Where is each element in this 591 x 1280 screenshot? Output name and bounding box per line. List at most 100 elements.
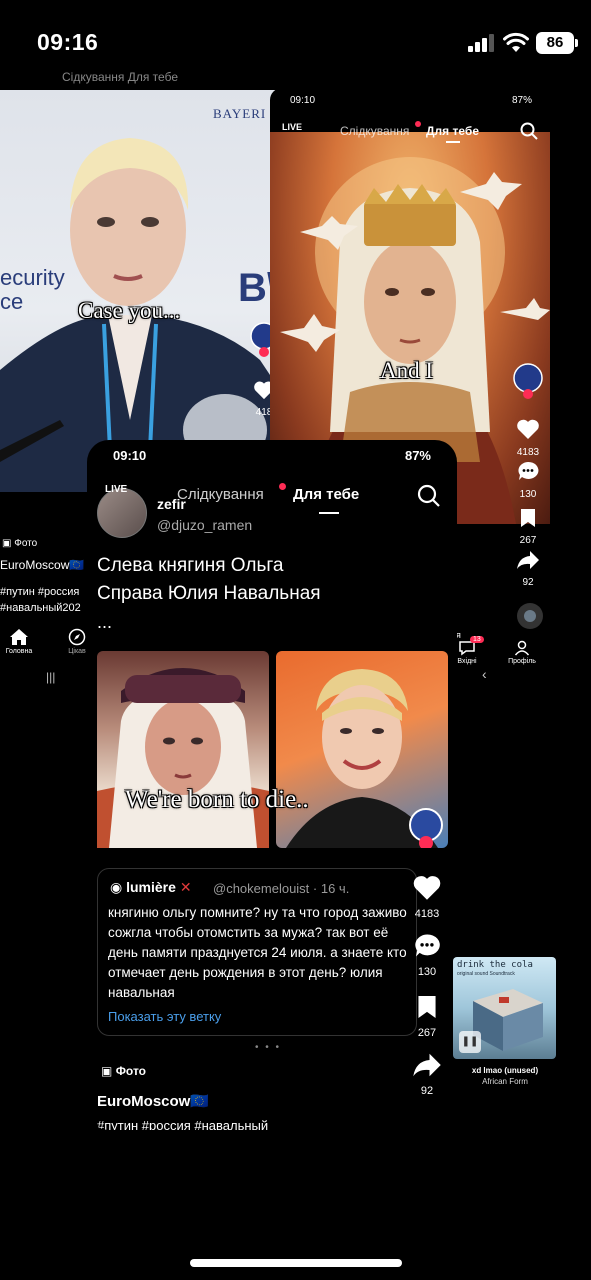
heart-icon: [413, 876, 441, 900]
bookmark-icon: [418, 996, 436, 1018]
share-icon: [517, 551, 539, 569]
track-artist: African Form: [482, 1077, 528, 1086]
share-button[interactable]: 92: [508, 550, 548, 588]
notification-dot: [279, 483, 286, 490]
tab-following[interactable]: Слідкування: [340, 124, 409, 138]
tweet-body: княгиню ольгу помните? ну та что город з…: [108, 905, 407, 1000]
share-button[interactable]: 92: [407, 1052, 447, 1097]
video-caption: We're born to die..: [125, 786, 309, 813]
like-count: 4183: [516, 447, 540, 458]
image-icon: ▣: [2, 538, 12, 549]
video-caption: And I: [380, 358, 434, 383]
recent-apps-icon[interactable]: |||: [46, 670, 55, 684]
nav-profile-label: Профіль: [508, 658, 536, 665]
tweet-author: ◉ lumière ✕: [110, 879, 192, 896]
nav-home-label: Головна: [5, 648, 33, 655]
comment-button[interactable]: 130: [407, 932, 447, 978]
like-button[interactable]: 4183: [407, 874, 447, 920]
video-caption: Case you...: [78, 298, 181, 323]
comment-icon: [415, 934, 440, 957]
comment-icon: [518, 461, 539, 480]
hashtags[interactable]: #путин #россия #навальный202: [0, 584, 81, 616]
post-text: Слева княгиня Ольга Справа Юлия Навальна…: [97, 552, 321, 608]
comment-count: 130: [519, 489, 537, 500]
live-button[interactable]: LIVE: [105, 484, 127, 495]
like-count: 4183: [414, 908, 440, 920]
nav-home[interactable]: Головна: [4, 628, 34, 655]
show-thread-link[interactable]: Показать эту ветку: [108, 1009, 221, 1024]
photo-label: Фото: [14, 538, 38, 549]
tweet-card[interactable]: ◉ lumière ✕ @chokemelouist · 16 ч. княгин…: [97, 868, 417, 1036]
channel-name[interactable]: EuroMoscow🇪🇺: [0, 558, 84, 572]
photo-badge: ▣ Фото: [101, 1064, 146, 1078]
compass-icon: [68, 628, 86, 646]
status-time: 09:10: [290, 95, 316, 106]
status-time: 09:10: [113, 448, 147, 463]
portrait-olga: [97, 668, 269, 848]
bookmark-button[interactable]: 267: [407, 994, 447, 1039]
tweet-avatar-icon: ◉: [110, 879, 123, 895]
share-icon: [413, 1053, 441, 1077]
speaker-figure: [0, 138, 280, 492]
x-icon: ✕: [179, 879, 192, 895]
like-button[interactable]: 4183: [508, 418, 548, 458]
cellular-signal-icon: [468, 34, 494, 52]
back-chevron-icon[interactable]: ‹: [482, 666, 487, 682]
share-count: 92: [420, 1085, 434, 1097]
sound-disc[interactable]: [510, 602, 550, 635]
wifi-icon: [503, 32, 529, 52]
profile-icon: [514, 640, 530, 656]
comment-count: 130: [417, 966, 437, 978]
photo-badge: ▣ Фото: [2, 538, 37, 549]
heart-icon: [517, 419, 539, 439]
image-icon: ▣: [101, 1064, 113, 1078]
channel-name[interactable]: EuroMoscow🇪🇺: [97, 1092, 209, 1110]
portrait-yulia: [286, 669, 443, 850]
tab-for-you[interactable]: Для тебе: [426, 124, 479, 138]
tab-following[interactable]: Слідкування: [177, 486, 264, 503]
pause-icon[interactable]: ❚❚: [459, 1031, 481, 1053]
battery-icon: 86: [536, 32, 578, 54]
inbox-badge: 13: [470, 636, 484, 643]
battery-level: 86: [546, 34, 564, 51]
hashtags-line-1: #путин #россия: [0, 586, 80, 598]
active-tab-indicator: [319, 512, 339, 514]
status-battery: 87%: [404, 448, 431, 463]
music-mini-player[interactable]: drink the cola original sound Soundtrack…: [453, 957, 556, 1059]
home-icon: [10, 629, 28, 645]
live-button[interactable]: LIVE: [282, 122, 302, 132]
video-frame-speaker[interactable]: BAYERI ecurity ce B\ Case you...: [0, 90, 280, 492]
nav-profile[interactable]: Профіль: [506, 640, 538, 665]
cover-title: drink the cola: [457, 960, 533, 970]
comment-button[interactable]: 130: [508, 460, 548, 500]
author-avatar[interactable]: [97, 488, 147, 538]
status-time: 09:16: [37, 29, 99, 55]
creator-avatar[interactable]: [508, 362, 548, 405]
carousel-dots: • • •: [255, 1042, 282, 1053]
post-line-1: Слева княгиня Ольга: [97, 555, 284, 576]
tweet-handle: @chokemelouist · 16 ч.: [213, 881, 350, 896]
share-count: 92: [522, 577, 534, 588]
bookmark-icon: [521, 509, 535, 527]
author-handle[interactable]: @djuzo_ramen: [157, 517, 252, 533]
save-count: 267: [417, 1027, 437, 1039]
photo-label: Фото: [115, 1064, 147, 1078]
tab-for-you[interactable]: Для тебе: [293, 486, 359, 503]
search-icon[interactable]: [417, 484, 441, 508]
cover-subtitle: original sound Soundtrack: [457, 971, 515, 977]
track-title: xd lmao (unused): [471, 1066, 539, 1075]
image-princess-olga[interactable]: [97, 651, 269, 848]
screenshot-front: 09:10 87% LIVE zefir Слідкування Для теб…: [87, 440, 457, 1130]
tabs-ghost: Сідкування Для тебе: [62, 70, 178, 84]
bookmark-button[interactable]: 267: [508, 508, 548, 546]
more-text[interactable]: ...: [97, 612, 112, 633]
hashtags[interactable]: #путин #россия #навальный: [97, 1118, 268, 1130]
notification-dot: [415, 121, 421, 127]
search-icon[interactable]: [520, 122, 538, 140]
image-yulia-navalnaya[interactable]: [276, 651, 448, 850]
post-line-2: Справа Юлия Навальная: [97, 583, 321, 604]
home-indicator[interactable]: [190, 1259, 402, 1267]
hashtags-line-2: #навальный202: [0, 602, 81, 614]
save-count: 267: [519, 535, 537, 546]
active-tab-indicator: [446, 141, 460, 143]
